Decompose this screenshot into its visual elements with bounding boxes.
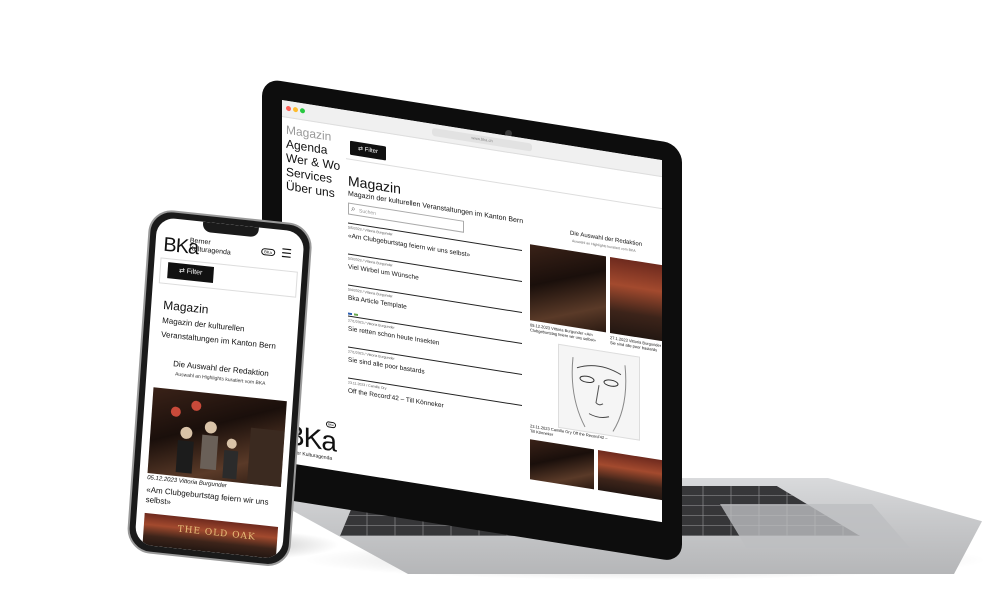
filter-icon: ⇄ — [357, 146, 365, 154]
minimize-window-dot[interactable] — [293, 106, 298, 113]
phone-notch — [202, 221, 259, 238]
people-photo-icon — [170, 400, 285, 488]
phone-screen: BKa Berner Kulturagenda BKa ☰ ⇄ Filter M… — [134, 216, 305, 560]
article-photo[interactable] — [598, 450, 662, 501]
filter-label: Filter — [364, 147, 379, 156]
maximize-window-dot[interactable] — [300, 107, 305, 114]
article-photo[interactable] — [530, 439, 594, 490]
article-photo[interactable]: THE OLD OAK — [142, 512, 279, 559]
article-photo[interactable] — [610, 256, 662, 342]
portrait-sketch[interactable] — [558, 343, 640, 441]
filter-label: Filter — [186, 268, 203, 277]
laptop-screen: www.bka.ch Magazin Agenda Wer & Wo Servi… — [282, 100, 662, 523]
brand-badge: BKa — [261, 247, 275, 257]
face-sketch-icon — [571, 356, 627, 432]
pub-sign-text: THE OLD OAK — [177, 524, 256, 543]
article-list: 5/5/2023 / Vittoria Burgunder «Am Clubge… — [348, 222, 522, 437]
phone-device: BKa Berner Kulturagenda BKa ☰ ⇄ Filter M… — [126, 208, 314, 569]
close-window-dot[interactable] — [286, 105, 291, 112]
main-nav: Magazin Agenda Wer & Wo Services Über un… — [286, 123, 340, 202]
hamburger-menu-icon[interactable]: ☰ — [281, 246, 293, 261]
article-headline[interactable]: «Am Clubgeburtstag feiern wir uns selbst… — [145, 485, 280, 519]
page-subtitle: Magazin der kulturellen Veranstaltungen … — [160, 315, 277, 351]
device-mockup-scene: www.bka.ch Magazin Agenda Wer & Wo Servi… — [0, 0, 990, 596]
article-photo[interactable] — [147, 387, 287, 488]
article-photo[interactable] — [530, 244, 606, 333]
